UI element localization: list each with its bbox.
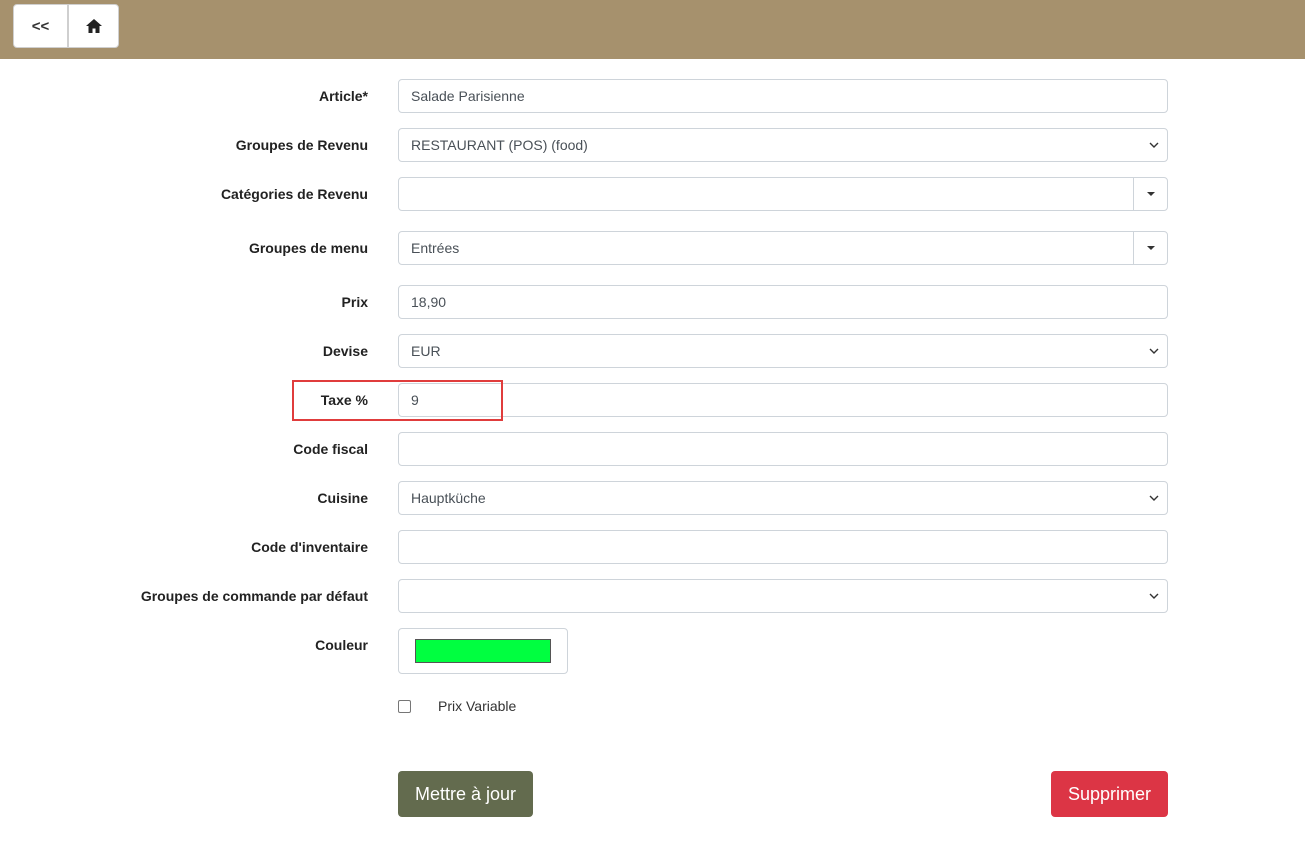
tax-input[interactable]: 9 (398, 383, 1168, 417)
revenue-categories-toggle[interactable] (1133, 178, 1167, 210)
menu-groups-toggle[interactable] (1133, 232, 1167, 264)
article-input[interactable]: Salade Parisienne (398, 79, 1168, 113)
delete-button[interactable]: Supprimer (1051, 771, 1168, 817)
variable-price-label: Prix Variable (438, 698, 517, 714)
top-bar: << (0, 0, 1305, 59)
revenue-groups-value: RESTAURANT (POS) (food) (411, 137, 588, 153)
inventory-code-input[interactable] (398, 530, 1168, 564)
home-button[interactable] (68, 4, 119, 48)
variable-price-checkbox[interactable] (398, 700, 411, 713)
menu-groups-label: Groupes de menu (248, 240, 368, 256)
price-input[interactable]: 18,90 (398, 285, 1168, 319)
default-order-groups-label: Groupes de commande par défaut (140, 588, 368, 604)
revenue-groups-label: Groupes de Revenu (235, 137, 368, 153)
inventory-code-label: Code d'inventaire (251, 539, 368, 555)
price-value: 18,90 (411, 294, 447, 310)
chevron-down-icon (1149, 142, 1159, 148)
caret-down-icon (1146, 246, 1155, 250)
update-button[interactable]: Mettre à jour (398, 771, 533, 817)
color-picker[interactable] (398, 628, 568, 674)
home-icon (85, 19, 102, 33)
chevron-down-icon (1149, 593, 1159, 599)
color-swatch (415, 639, 551, 663)
revenue-categories-dropdown[interactable] (398, 177, 1168, 211)
currency-label: Devise (322, 343, 368, 359)
tax-label: Taxe % (320, 392, 368, 408)
kitchen-select[interactable]: Hauptküche (398, 481, 1168, 515)
fiscal-code-label: Code fiscal (293, 441, 368, 457)
chevron-down-icon (1149, 495, 1159, 501)
revenue-categories-label: Catégories de Revenu (220, 186, 368, 202)
price-label: Prix (341, 294, 368, 310)
article-label: Article* (318, 88, 368, 104)
currency-value: EUR (411, 343, 441, 359)
fiscal-code-input[interactable] (398, 432, 1168, 466)
color-label: Couleur (315, 637, 368, 653)
tax-value: 9 (411, 392, 419, 408)
currency-select[interactable]: EUR (398, 334, 1168, 368)
default-order-groups-select[interactable] (398, 579, 1168, 613)
caret-down-icon (1146, 192, 1155, 196)
menu-groups-dropdown[interactable]: Entrées (398, 231, 1168, 265)
chevron-down-icon (1149, 348, 1159, 354)
kitchen-value: Hauptküche (411, 490, 486, 506)
revenue-groups-select[interactable]: RESTAURANT (POS) (food) (398, 128, 1168, 162)
menu-groups-value: Entrées (411, 240, 460, 256)
kitchen-label: Cuisine (317, 490, 368, 506)
back-button[interactable]: << (13, 4, 68, 48)
article-value: Salade Parisienne (411, 88, 525, 104)
